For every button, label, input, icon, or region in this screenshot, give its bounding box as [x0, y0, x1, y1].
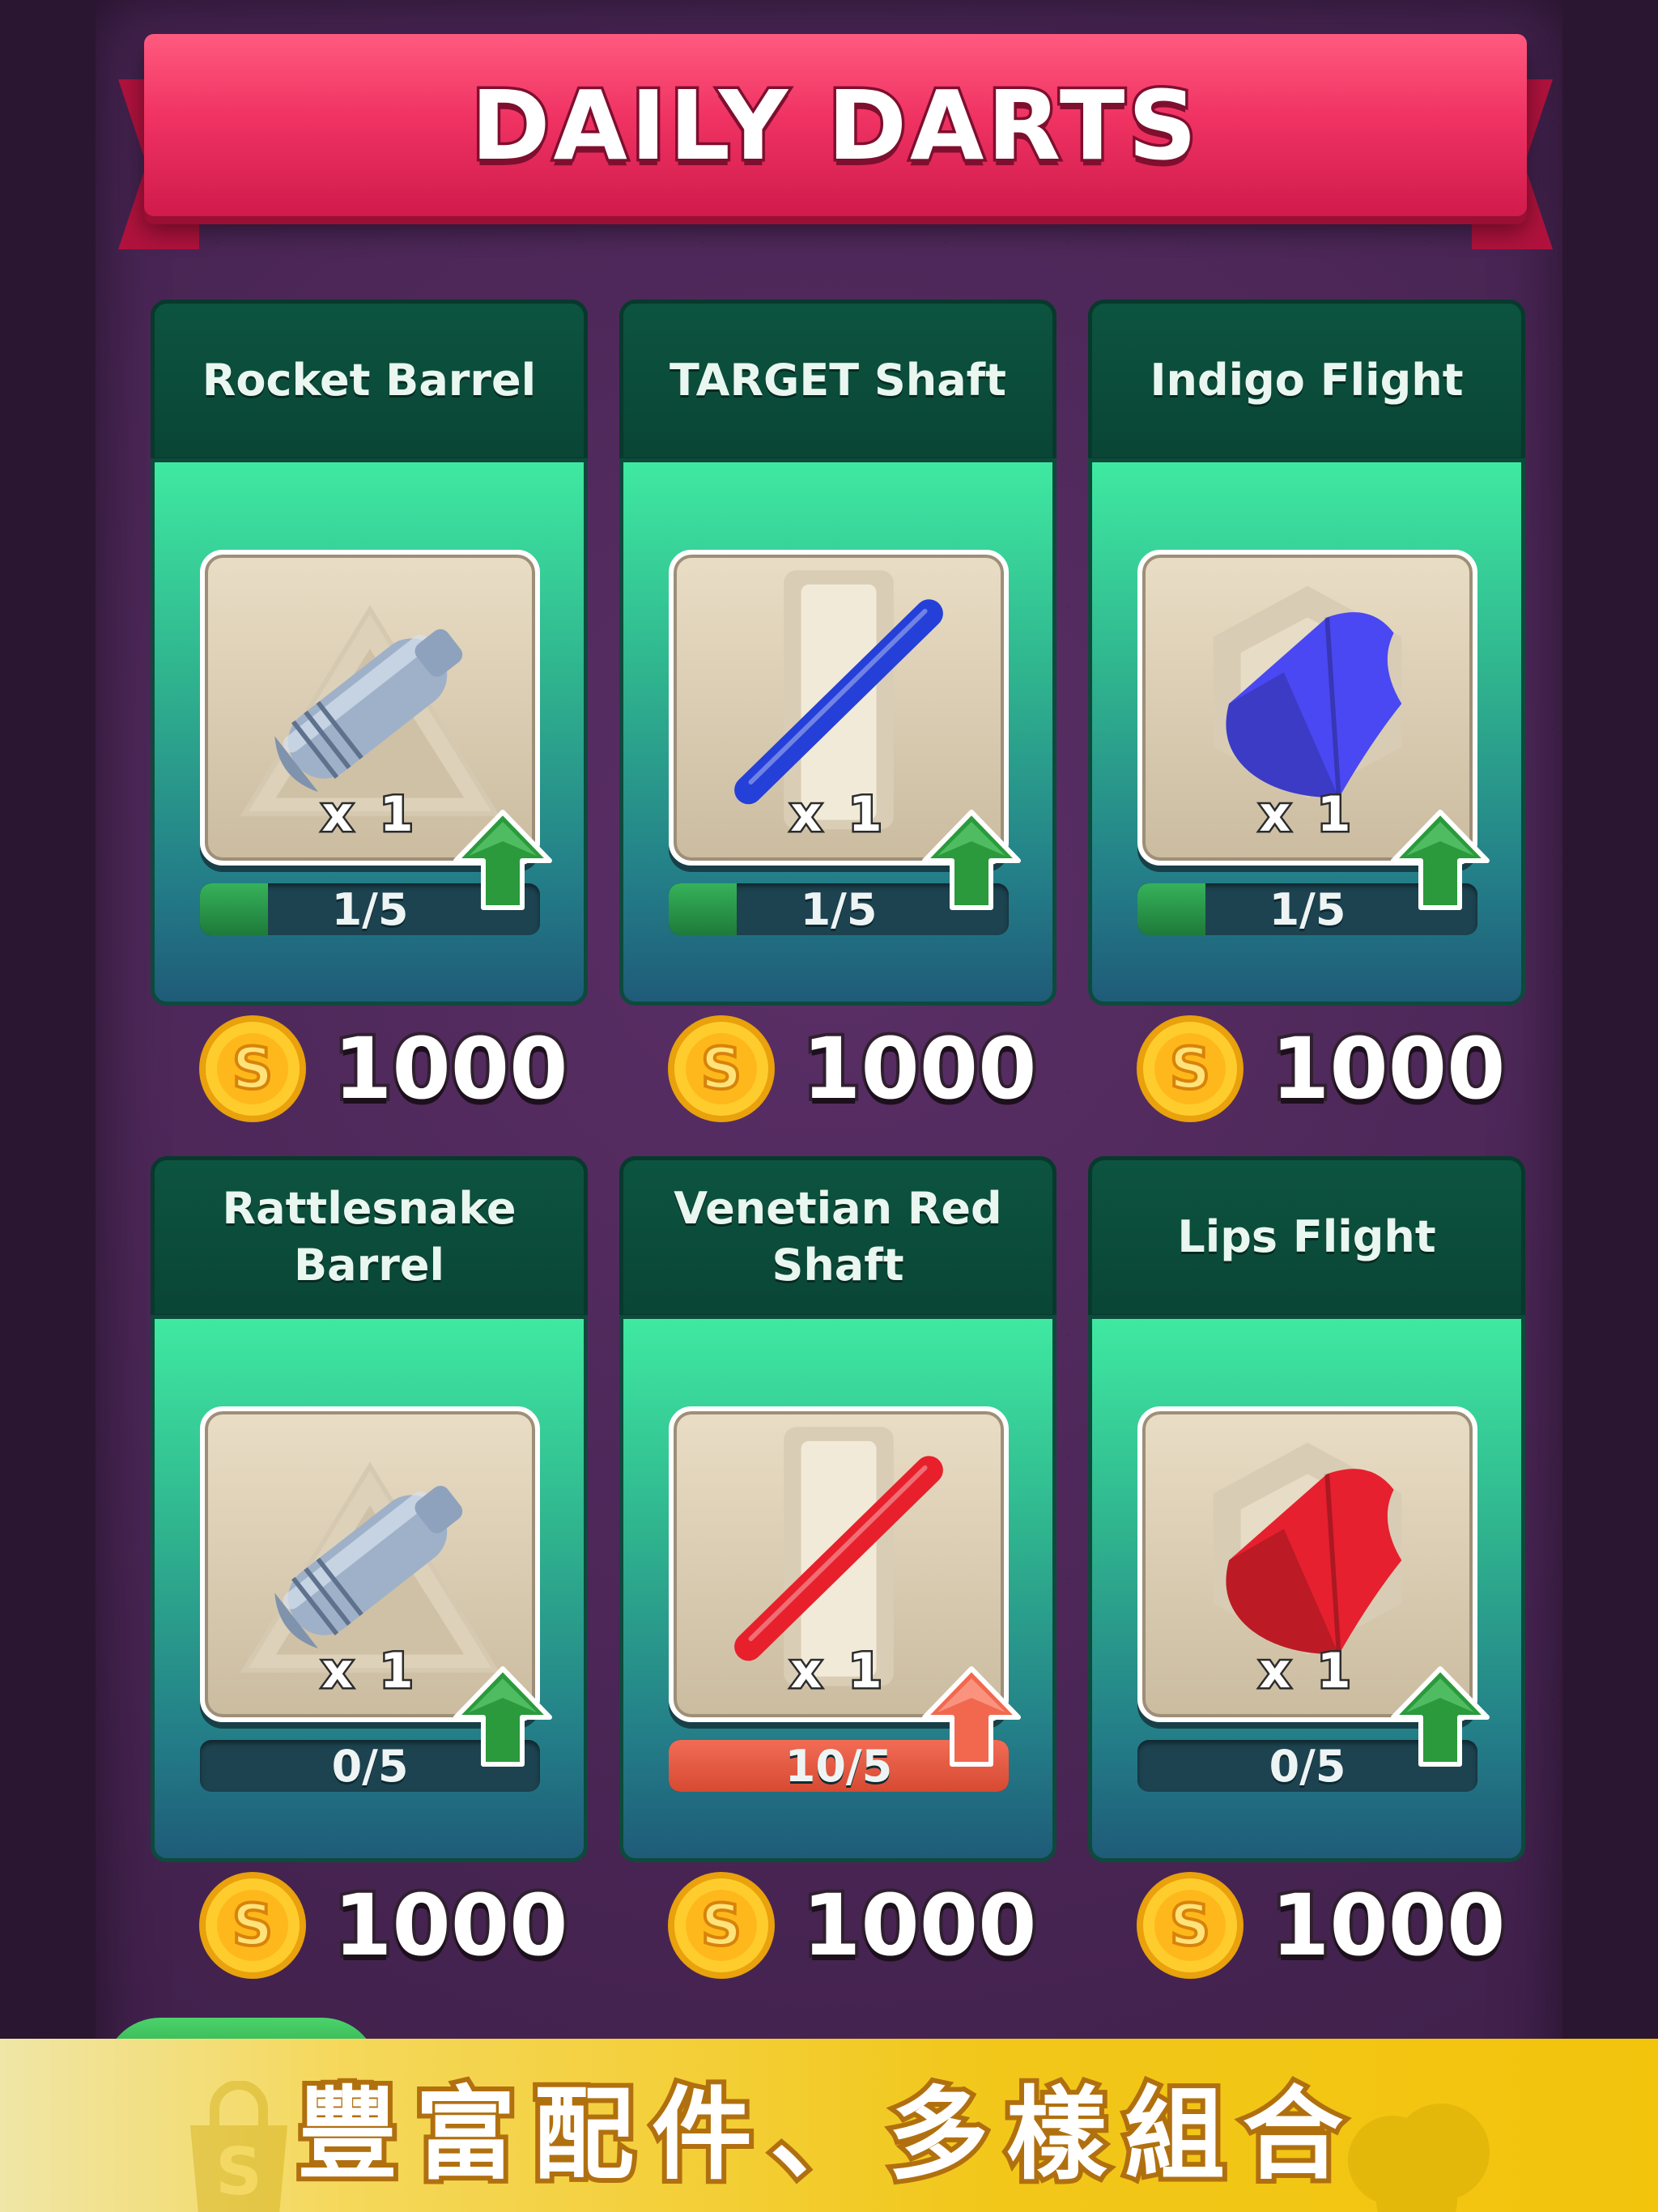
coin-icon: S: [196, 1012, 309, 1125]
coin-icon: S: [196, 1869, 309, 1982]
price-tag[interactable]: S 1000: [665, 1012, 1053, 1125]
item-name-header: Rocket Barrel: [151, 300, 588, 462]
page-title: DAILY DARTS: [468, 66, 1201, 184]
price-tag[interactable]: S 1000: [665, 1869, 1053, 1982]
promo-banner: S 豐富配件、多樣組合: [0, 2039, 1658, 2212]
price-tag[interactable]: S 1000: [196, 1869, 585, 1982]
upgrade-arrow-icon[interactable]: [1390, 809, 1490, 911]
item-name: TARGET Shaft: [670, 355, 1006, 406]
svg-text:S: S: [232, 1036, 273, 1102]
item-name: Rocket Barrel: [202, 355, 537, 406]
item-name-header: Indigo Flight: [1088, 300, 1525, 462]
item-card[interactable]: Venetian Red Shaft x 1 10/5 S 1000: [619, 1156, 1056, 1979]
item-body: x 1 1/5: [619, 458, 1056, 1006]
item-body: x 1 1/5: [151, 458, 588, 1006]
item-name: Indigo Flight: [1150, 355, 1464, 406]
item-name-header: Venetian Red Shaft: [619, 1156, 1056, 1318]
price-value: 1000: [799, 1873, 1039, 1978]
item-name: Lips Flight: [1177, 1211, 1436, 1262]
price-value: 1000: [1268, 1873, 1508, 1978]
coin-icon: S: [665, 1012, 778, 1125]
promo-tagline: 豐富配件、多樣組合: [292, 2072, 1361, 2198]
price-value: 1000: [1268, 1016, 1508, 1121]
upgrade-arrow-icon[interactable]: [1390, 1665, 1490, 1767]
coin-icon: S: [1133, 1012, 1247, 1125]
item-body: x 1 1/5: [1088, 458, 1525, 1006]
coin-icon: S: [665, 1869, 778, 1982]
item-name-header: Lips Flight: [1088, 1156, 1525, 1318]
item-body: x 1 10/5: [619, 1315, 1056, 1862]
item-body: x 1 0/5: [1088, 1315, 1525, 1862]
svg-text:S: S: [701, 1892, 742, 1959]
price-tag[interactable]: S 1000: [1133, 1012, 1522, 1125]
svg-text:S: S: [1170, 1892, 1210, 1959]
upgrade-arrow-icon[interactable]: [921, 809, 1022, 911]
price-tag[interactable]: S 1000: [1133, 1869, 1522, 1982]
item-card[interactable]: TARGET Shaft x 1 1/5 S 1000: [619, 300, 1056, 1122]
price-tag[interactable]: S 1000: [196, 1012, 585, 1125]
coin-icon: S: [1133, 1869, 1247, 1982]
item-name-header: Rattlesnake Barrel: [151, 1156, 588, 1318]
price-value: 1000: [330, 1873, 571, 1978]
item-name: Rattlesnake Barrel: [222, 1183, 517, 1291]
item-name-header: TARGET Shaft: [619, 300, 1056, 462]
item-card[interactable]: Rocket Barrel x 1 1/5 S 1000: [151, 300, 588, 1122]
price-value: 1000: [330, 1016, 571, 1121]
svg-text:S: S: [701, 1036, 742, 1102]
svg-text:S: S: [1170, 1036, 1210, 1102]
item-name: Venetian Red Shaft: [674, 1183, 1002, 1291]
price-value: 1000: [799, 1016, 1039, 1121]
item-card[interactable]: Rattlesnake Barrel x 1 0/5 S 1000: [151, 1156, 588, 1979]
item-card[interactable]: Lips Flight x 1 0/5 S 1000: [1088, 1156, 1525, 1979]
upgrade-arrow-icon[interactable]: [921, 1665, 1022, 1767]
svg-text:S: S: [232, 1892, 273, 1959]
daily-darts-screen: DAILY DARTS Rocket Barrel x 1 1/5 S 1000…: [0, 0, 1658, 2212]
upgrade-arrow-icon[interactable]: [453, 809, 553, 911]
item-body: x 1 0/5: [151, 1315, 588, 1862]
title-ribbon: DAILY DARTS: [144, 34, 1527, 216]
item-card[interactable]: Indigo Flight x 1 1/5 S 1000: [1088, 300, 1525, 1122]
upgrade-arrow-icon[interactable]: [453, 1665, 553, 1767]
